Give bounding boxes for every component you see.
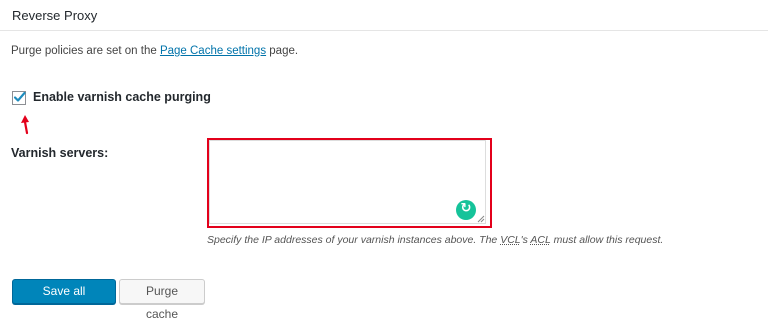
enable-varnish-checkbox[interactable] <box>12 91 26 105</box>
red-arrow-icon <box>21 115 29 135</box>
hint-text-3: must allow this request. <box>550 234 664 246</box>
purge-policy-description: Purge policies are set on the Page Cache… <box>11 45 298 57</box>
enable-varnish-label[interactable]: Enable varnish cache purging <box>33 90 211 104</box>
purge-cache-button[interactable]: Purge cache <box>119 279 205 321</box>
hint-text-2: 's <box>520 234 531 246</box>
varnish-servers-textarea[interactable] <box>209 140 486 224</box>
grammarly-icon[interactable]: ↻ <box>456 200 476 220</box>
checkmark-icon <box>13 91 26 102</box>
panel-title: Reverse Proxy <box>12 8 98 23</box>
varnish-servers-label: Varnish servers: <box>11 146 109 160</box>
description-prefix: Purge policies are set on the <box>11 45 160 57</box>
page-cache-settings-link[interactable]: Page Cache settings <box>160 45 266 57</box>
vcl-abbr: VCL <box>500 234 521 246</box>
resize-handle-icon[interactable] <box>477 215 485 223</box>
grammarly-glyph: ↻ <box>460 201 472 216</box>
acl-abbr: ACL <box>530 234 551 246</box>
hint-text-1: Specify the IP addresses of your varnish… <box>207 234 501 246</box>
description-suffix: page. <box>266 45 299 57</box>
panel-header: Reverse Proxy <box>0 0 768 31</box>
save-all-settings-button[interactable]: Save all settings <box>12 279 116 321</box>
varnish-servers-hint: Specify the IP addresses of your varnish… <box>207 234 663 246</box>
